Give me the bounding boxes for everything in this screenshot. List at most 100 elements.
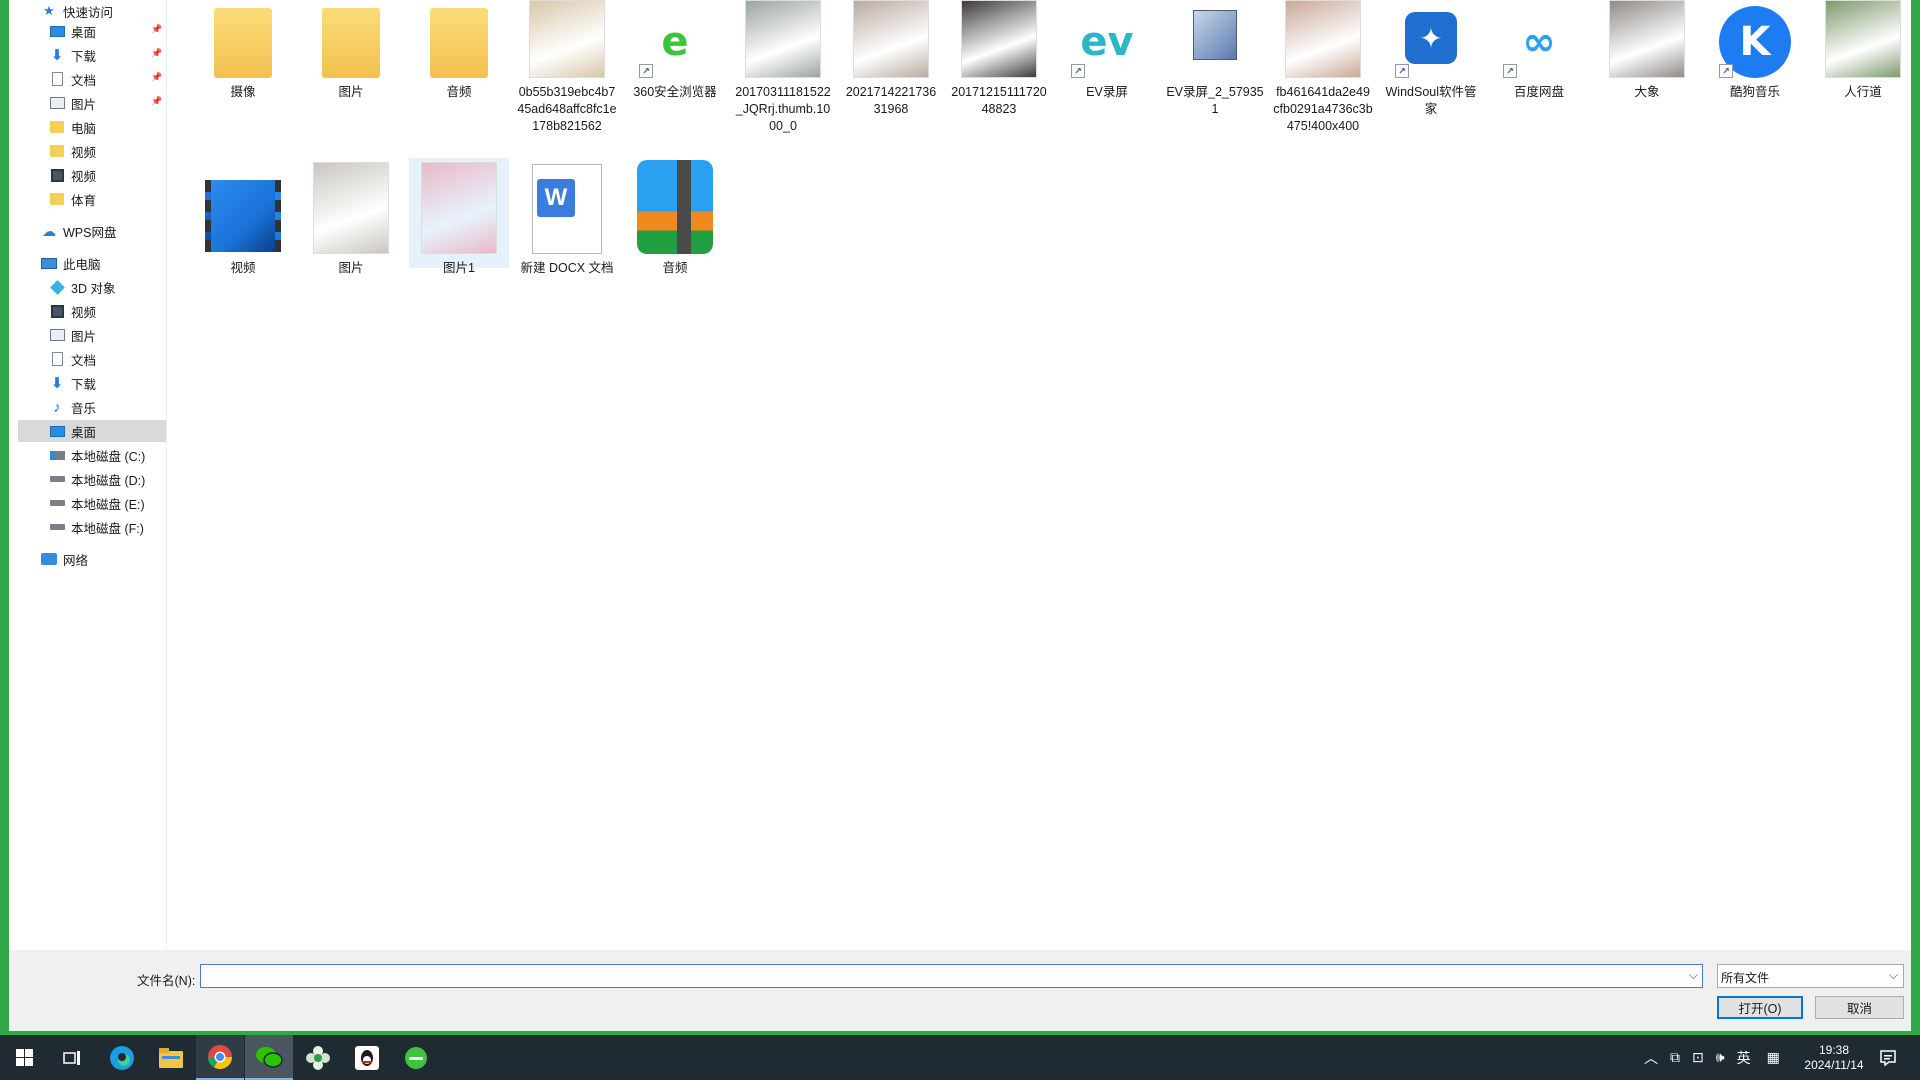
taskbar-edge[interactable] (98, 1035, 146, 1080)
file-item[interactable]: 大象 (1597, 0, 1697, 110)
taskbar-360-browser[interactable] (392, 1035, 440, 1080)
taskbar-app-flower[interactable] (294, 1035, 342, 1080)
nav-item[interactable]: 桌面 (18, 420, 166, 442)
nav-item[interactable]: 图片 📌 (9, 92, 166, 114)
file-name: 图片1 (443, 261, 475, 275)
file-item[interactable]: 图片 (301, 158, 401, 275)
clock-date: 2024/11/14 (1804, 1058, 1864, 1072)
folder-icon (49, 143, 65, 159)
file-item[interactable]: W 新建 DOCX 文档 (517, 158, 617, 275)
file-item[interactable]: 2021714221736 31968 (841, 0, 941, 116)
pin-icon: 📌 (151, 48, 163, 58)
file-item[interactable]: 图片1 (409, 158, 509, 275)
ime-mode-icon[interactable]: ▦ (1767, 1049, 1780, 1066)
taskbar-file-explorer[interactable] (147, 1035, 195, 1080)
wifi-tray-icon[interactable]: ⊡ (1692, 1049, 1704, 1066)
file-item[interactable]: 视频 (193, 158, 293, 275)
nav-item[interactable]: 网络 (9, 548, 166, 570)
nav-item-label: 桌面 (71, 425, 97, 440)
nav-item[interactable]: 视频 (9, 164, 166, 186)
nav-item[interactable]: 本地磁盘 (D:) (9, 468, 166, 490)
nav-item[interactable]: 体育 (9, 188, 166, 210)
file-item[interactable]: fb461641da2e49cfb0291a4736c3b475!400x400 (1273, 0, 1373, 133)
notification-button[interactable] (1864, 1035, 1912, 1080)
nav-item[interactable]: ★ 快速访问 (9, 0, 166, 22)
nav-item[interactable]: 文档 📌 (9, 68, 166, 90)
nav-item-label: 本地磁盘 (C:) (71, 449, 146, 464)
file-item[interactable]: ✦ ↗ WindSoul软件管家 (1381, 0, 1481, 116)
nav-item[interactable]: 3D 对象 (9, 276, 166, 298)
file-item[interactable]: 音频 (625, 158, 725, 275)
open-button[interactable]: 打开(O) (1717, 996, 1803, 1019)
nav-item-label: 本地磁盘 (E:) (71, 497, 145, 512)
network-tray-icon[interactable]: ⧉ (1670, 1049, 1680, 1066)
file-name: 大象 (1634, 85, 1660, 99)
nav-item-label: 图片 (71, 329, 97, 344)
cancel-button[interactable]: 取消 (1815, 996, 1904, 1019)
start-button[interactable] (0, 1035, 48, 1080)
file-item[interactable]: 摄像 (193, 0, 293, 110)
file-name: 新建 DOCX 文档 (520, 261, 614, 275)
nav-item[interactable]: 此电脑 (9, 252, 166, 274)
video-icon (49, 303, 65, 319)
star-icon: ★ (43, 3, 55, 18)
taskbar: ︿ ⧉ ⊡ 🕪 英 ▦ 19:38 2024/11/14 (0, 1035, 1920, 1080)
taskbar-wechat[interactable] (245, 1035, 293, 1080)
file-view[interactable]: 摄像 图片 音频 0b55b319ebc4b745ad648affc8fc1e178b… (168, 0, 1911, 950)
file-item[interactable]: 音频 (409, 0, 509, 110)
file-item[interactable]: 20170311181522_JQRrj.thumb.1000_0 (733, 0, 833, 133)
clock[interactable]: 19:38 2024/11/14 (1799, 1043, 1869, 1073)
drive-icon (49, 471, 65, 487)
file-item[interactable]: ev ↗ EV录屏 (1057, 0, 1157, 110)
nav-item[interactable]: 桌面 📌 (9, 20, 166, 42)
filename-input[interactable] (201, 965, 1681, 987)
document-icon (49, 351, 65, 367)
nav-item[interactable]: ♪ 音乐 (9, 396, 166, 418)
image-thumbnail (421, 158, 497, 254)
nav-item[interactable]: 电脑 (9, 116, 166, 138)
file-item[interactable]: ∞ ↗ 百度网盘 (1489, 0, 1589, 110)
nav-item[interactable]: 本地磁盘 (E:) (9, 492, 166, 514)
windows-icon (15, 1049, 33, 1066)
file-name: 2021714221736 31968 (845, 85, 937, 116)
nav-item[interactable]: ⬇ 下载 (9, 372, 166, 394)
file-item[interactable]: e ↗ 360安全浏览器 (625, 0, 725, 110)
app-shortcut-icon: ∞ ↗ (1501, 0, 1577, 78)
nav-item-label: 文档 (71, 353, 97, 368)
nav-item[interactable]: ⬇ 下载 📌 (9, 44, 166, 66)
wechat-icon (256, 1046, 283, 1068)
nav-item-label: 本地磁盘 (F:) (71, 521, 144, 536)
file-item[interactable]: K ↗ 酷狗音乐 (1705, 0, 1805, 110)
file-name: 360安全浏览器 (633, 85, 717, 99)
pin-icon: 📌 (151, 96, 163, 106)
nav-item[interactable]: ☁ WPS网盘 (9, 220, 166, 242)
file-item[interactable]: 图片 (301, 0, 401, 110)
taskbar-qq[interactable] (343, 1035, 391, 1080)
show-hidden-icons-icon[interactable]: ︿ (1644, 1048, 1658, 1068)
ime-indicator[interactable]: 英 (1737, 1048, 1751, 1068)
app-shortcut-icon: ev ↗ (1069, 0, 1145, 78)
filename-combobox[interactable]: ⌵ (200, 964, 1703, 988)
download-icon: ⬇ (50, 47, 64, 64)
file-type-select[interactable]: 所有文件 ⌵ (1717, 964, 1904, 988)
folder-icon (159, 1047, 183, 1068)
volume-icon[interactable]: 🕪 (1716, 1049, 1725, 1066)
nav-item[interactable]: 视频 (9, 140, 166, 162)
navigation-pane[interactable]: ★ 快速访问 桌面 📌 ⬇ 下载 📌 文档 📌 图片 📌 电脑 视频 视频 体育 ☁ WPS网盘 此电脑 3D 对象… (9, 0, 167, 950)
desktop-icon (49, 23, 65, 39)
taskbar-chrome[interactable] (196, 1035, 244, 1080)
nav-item[interactable]: 本地磁盘 (C:) (9, 444, 166, 466)
task-view-button[interactable] (48, 1035, 96, 1080)
image-thumbnail (745, 0, 821, 78)
nav-item[interactable]: 本地磁盘 (F:) (9, 516, 166, 538)
file-item[interactable]: EV录屏_2_579351 (1165, 0, 1265, 116)
nav-item[interactable]: 图片 (9, 324, 166, 346)
file-item[interactable]: 0b55b319ebc4b745ad648affc8fc1e178b821562 (517, 0, 617, 133)
file-item[interactable]: 2017121511172048823 (949, 0, 1049, 116)
chevron-down-icon[interactable]: ⌵ (1689, 968, 1698, 983)
drive-c-icon (49, 447, 65, 463)
nav-item[interactable]: 视频 (9, 300, 166, 322)
image-thumbnail (529, 0, 605, 78)
nav-item[interactable]: 文档 (9, 348, 166, 370)
file-item[interactable]: 人行道 (1813, 0, 1911, 110)
